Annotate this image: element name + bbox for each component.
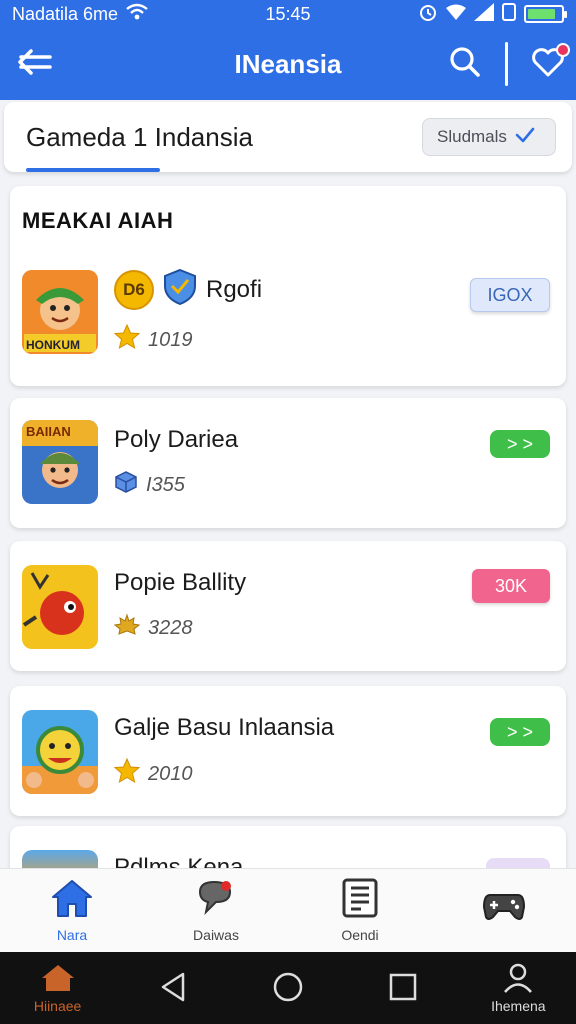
game-thumbnail: BAIIAN [22,420,98,504]
star-icon [113,757,141,790]
app-bar-divider [505,42,508,86]
back-triangle-icon [158,971,188,1006]
battery-icon [524,5,567,23]
sort-label: Sludmals [437,127,507,146]
sim-icon [502,2,516,26]
game-action-button[interactable]: > > [490,430,550,458]
game-thumbnail [22,710,98,794]
active-tab-indicator [26,168,160,172]
nav-tab-label: Nara [56,927,88,943]
person-icon [502,963,534,996]
page-title: Gameda 1 Indansia [26,122,253,152]
shield-icon [162,268,198,312]
game-card[interactable]: BAIIAN Poly Dariea I355 > > [10,398,566,528]
status-bar: Nadatila 6me 15:45 [0,0,576,28]
game-stat: 1019 [148,328,193,351]
game-action-button[interactable]: > > [490,718,550,746]
heart-icon [532,42,570,82]
system-nav: Hiinaee Ihemena [0,952,576,1024]
game-action-button[interactable]: 30K [472,569,550,603]
cube-icon [114,470,138,500]
nav-tab-document[interactable]: Oendi [288,869,432,952]
game-rating: 1019 [113,323,193,356]
game-card[interactable]: Popie Ballity 3228 30K [10,541,566,671]
nav-tab-chat[interactable]: Daiwas [144,869,288,952]
game-thumbnail: HONKUM [22,270,98,354]
game-action-button[interactable]: IGOX [470,278,550,312]
carrier-group: Nadatila 6me [12,3,148,26]
header-card: Gameda 1 Indansia Sludmals [4,102,572,172]
app-bar-actions [437,28,576,100]
bottom-nav: Nara Daiwas Oendi [0,868,576,952]
section-title: MEAKAI AIAH [22,208,174,233]
list-item[interactable]: HONKUM D6 Rgofi 1019 IGOX [10,264,566,364]
maple-leaf-icon [113,613,141,643]
game-stat: I355 [146,473,185,496]
game-name: Rgofi [206,276,263,303]
nav-tab-games[interactable] [432,869,576,952]
game-stat: 3228 [148,616,193,639]
game-rating: 3228 [113,613,193,643]
nav-tab-home[interactable]: Nara [0,869,144,952]
search-button[interactable] [437,28,493,100]
system-overview-button[interactable] [363,952,443,1024]
nav-tab-label: Daiwas [193,927,239,943]
alarm-icon [418,2,438,27]
game-rating: I355 [114,470,185,500]
wifi-icon [126,3,148,26]
signal-icon [474,2,494,26]
game-badges: D6 Rgofi [114,268,262,312]
coin-badge: D6 [114,270,154,310]
game-name: Galje Basu Inlaansia [114,714,335,741]
wifi-icon [446,4,466,25]
game-thumbnail [22,565,98,649]
game-card[interactable]: Galje Basu Inlaansia 2010 > > [10,686,566,816]
nav-tab-label: Oendi [341,927,379,943]
favorites-button[interactable] [520,28,576,100]
square-icon [388,972,418,1005]
game-stat: 2010 [148,762,193,785]
system-recents-home-button[interactable] [248,952,328,1024]
thumbnail-caption: HONKUM [26,338,80,352]
status-icons [418,2,567,27]
system-back-button[interactable] [133,952,213,1024]
system-home-button[interactable]: Hiinaee [18,952,98,1024]
game-name: Poly Dariea [114,426,239,453]
system-home-label: Hiinaee [33,997,82,1014]
list-item[interactable]: Popie Ballity 3228 30K [10,555,566,655]
list-item[interactable]: BAIIAN Poly Dariea I355 > > [10,412,566,512]
back-button[interactable] [0,28,70,100]
battery-level [528,9,555,19]
home-icon [50,878,94,921]
sort-dropdown[interactable]: Sludmals [422,118,556,156]
notification-badge [556,42,570,57]
circle-icon [272,971,304,1006]
search-icon [449,46,481,83]
app-bar: INeansia [0,28,576,100]
game-name: Popie Ballity [114,569,247,596]
star-icon [113,323,141,356]
game-rating: 2010 [113,757,193,790]
home-icon [40,963,76,996]
back-arrow-icon [17,48,53,81]
carrier-label: Nadatila 6me [12,3,119,24]
gamepad-icon [482,889,526,926]
chat-icon [196,878,236,921]
system-profile-label: Ihemena [491,997,546,1014]
list-item[interactable]: Galje Basu Inlaansia 2010 > > [10,700,566,800]
thumbnail-caption: BAIIAN [26,424,71,439]
document-icon [341,878,379,921]
game-card[interactable]: MEAKAI AIAH HONKUM D6 Rgofi 1019 IGOX [10,186,566,386]
system-profile-button[interactable]: Ihemena [478,952,558,1024]
check-icon [515,127,535,148]
